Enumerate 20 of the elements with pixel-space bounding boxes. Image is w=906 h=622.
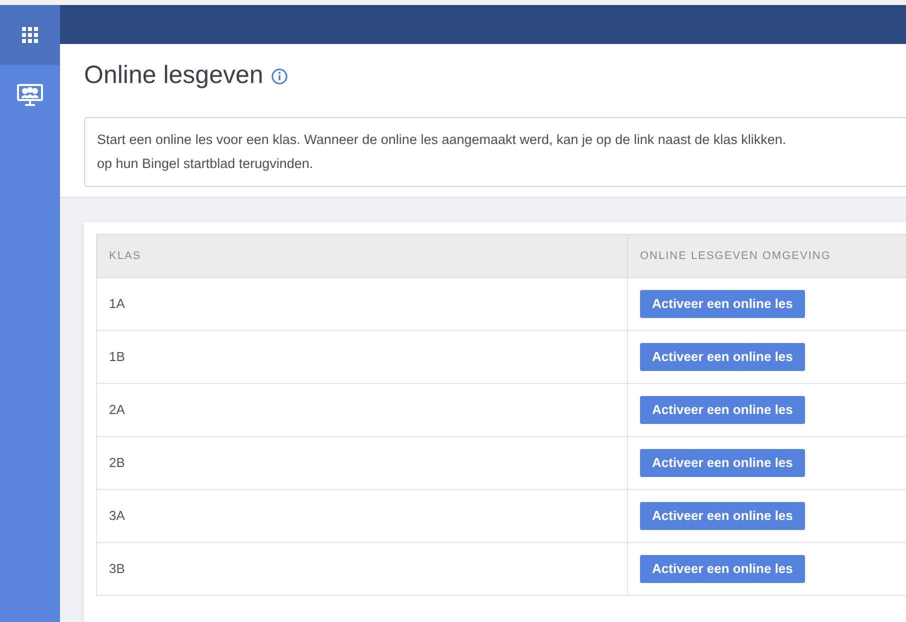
- activate-online-lesson-button[interactable]: Activeer een online les: [640, 290, 805, 318]
- class-cell: 1B: [96, 330, 628, 384]
- classroom-screen-icon: [17, 84, 43, 106]
- activate-online-lesson-button[interactable]: Activeer een online les: [640, 343, 805, 371]
- column-header: ONLINE LESGEVEN OMGEVING: [628, 234, 906, 278]
- class-cell: 3A: [96, 490, 628, 542]
- class-cell: 3B: [96, 542, 628, 596]
- intro-text: Start een online les voor een klas. Wanneer de online les aangemaakt werd, kan je op de link naast de klas klikken. op hun Bingel startblad terugvinden.: [84, 117, 906, 187]
- class-cell: 2A: [96, 384, 628, 436]
- grid-icon: [22, 27, 38, 43]
- activate-online-lesson-button[interactable]: Activeer een online les: [640, 449, 805, 477]
- activate-online-lesson-button[interactable]: Activeer een online les: [640, 396, 805, 424]
- apps-button[interactable]: [0, 5, 60, 65]
- column-header: KLAS: [96, 234, 628, 278]
- class-cell: 2B: [96, 436, 628, 490]
- class-cell: 1A: [96, 278, 628, 330]
- activate-online-lesson-button[interactable]: Activeer een online les: [640, 555, 805, 583]
- activate-online-lesson-button[interactable]: Activeer een online les: [640, 502, 805, 530]
- info-icon[interactable]: [271, 68, 288, 84]
- page-title: Online lesgeven: [84, 60, 264, 92]
